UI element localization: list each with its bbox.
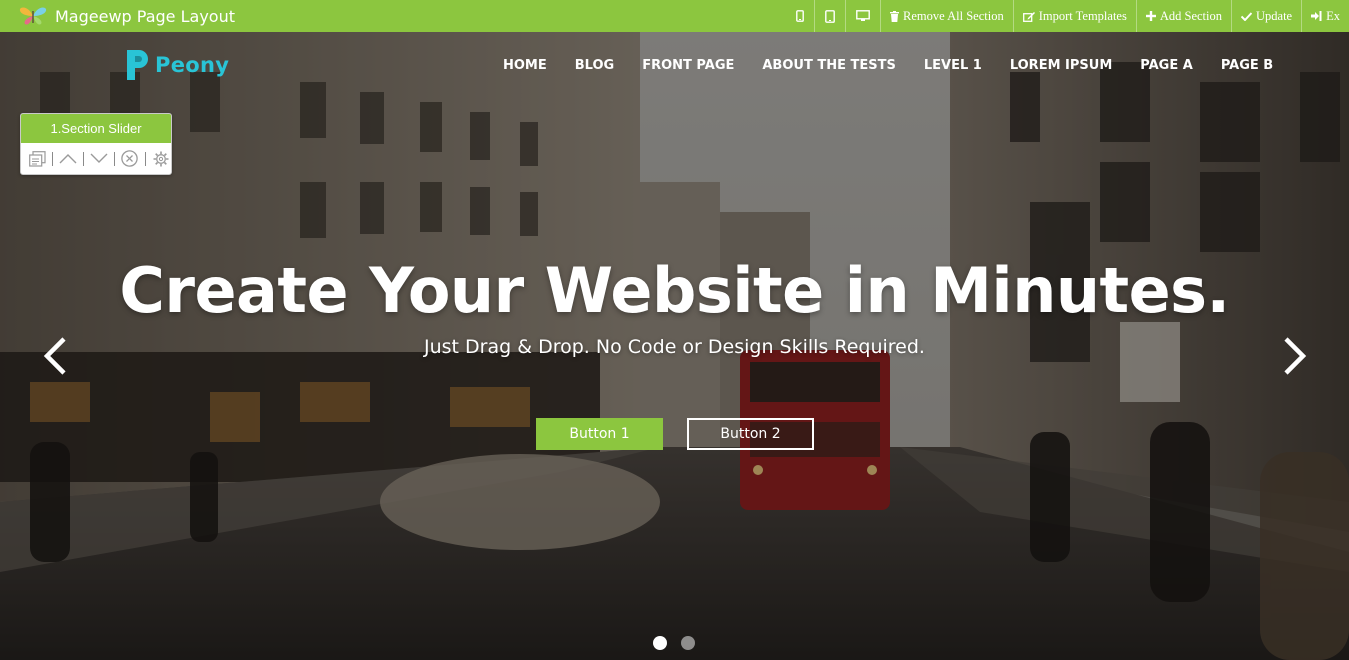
slide-subheadline: Just Drag & Drop. No Code or Design Skil… xyxy=(424,336,925,358)
tablet-view-button[interactable] xyxy=(814,0,845,32)
hero-slider: Peony HOME BLOG FRONT PAGE ABOUT THE TES… xyxy=(0,32,1349,660)
builder-title: Mageewp Page Layout xyxy=(55,6,235,26)
nav-item-level-1[interactable]: LEVEL 1 xyxy=(924,58,982,73)
move-section-down-button[interactable] xyxy=(89,148,109,170)
copy-icon xyxy=(28,150,46,167)
main-nav: HOME BLOG FRONT PAGE ABOUT THE TESTS LEV… xyxy=(503,58,1301,73)
slide-headline: Create Your Website in Minutes. xyxy=(119,254,1230,327)
slider-next-arrow[interactable] xyxy=(1280,334,1310,378)
builder-toolbar: Mageewp Page Layout Remove All Section I… xyxy=(0,0,1349,32)
check-icon xyxy=(1241,11,1252,21)
slide-button-2[interactable]: Button 2 xyxy=(687,418,814,450)
trash-icon xyxy=(890,10,900,22)
slide-button-1[interactable]: Button 1 xyxy=(536,418,663,450)
gear-icon xyxy=(153,151,169,166)
peony-logo-icon xyxy=(127,50,148,80)
edit-icon xyxy=(1022,11,1035,22)
site-logo-text: Peony xyxy=(155,53,230,77)
mobile-view-button[interactable] xyxy=(786,0,814,32)
slider-prev-arrow[interactable] xyxy=(40,334,70,378)
tool-divider xyxy=(52,151,53,166)
slide-dot-1[interactable] xyxy=(653,636,667,650)
remove-all-section-button[interactable]: Remove All Section xyxy=(880,0,1013,32)
nav-item-front-page[interactable]: FRONT PAGE xyxy=(642,58,734,73)
nav-item-page-b[interactable]: PAGE B xyxy=(1221,58,1273,73)
butterfly-logo-icon xyxy=(18,1,48,31)
nav-item-lorem-ipsum[interactable]: LOREM IPSUM xyxy=(1010,58,1112,73)
close-circle-icon xyxy=(121,150,139,167)
tool-divider xyxy=(114,151,115,166)
slider-pagination xyxy=(653,636,695,650)
chevron-down-icon xyxy=(90,153,108,163)
chevron-right-icon xyxy=(1284,337,1307,375)
mobile-icon xyxy=(796,10,804,22)
exit-button[interactable]: Ex xyxy=(1301,0,1349,32)
section-label[interactable]: 1.Section Slider xyxy=(21,114,171,143)
nav-item-blog[interactable]: BLOG xyxy=(575,58,614,73)
plus-icon xyxy=(1145,11,1156,21)
nav-item-about-the-tests[interactable]: ABOUT THE TESTS xyxy=(762,58,895,73)
add-section-button[interactable]: Add Section xyxy=(1135,0,1231,32)
move-section-up-button[interactable] xyxy=(58,148,78,170)
desktop-view-button[interactable] xyxy=(845,0,880,32)
update-button[interactable]: Update xyxy=(1231,0,1301,32)
tablet-icon xyxy=(825,9,835,23)
chevron-up-icon xyxy=(59,154,77,164)
slide-dot-2[interactable] xyxy=(681,636,695,650)
sign-out-icon xyxy=(1311,11,1322,21)
chevron-left-icon xyxy=(43,337,66,375)
section-tools xyxy=(21,143,171,174)
delete-section-button[interactable] xyxy=(120,148,140,170)
site-logo[interactable]: Peony xyxy=(125,48,229,82)
builder-actions: Remove All Section Import Templates Add … xyxy=(786,0,1349,32)
nav-item-page-a[interactable]: PAGE A xyxy=(1140,58,1193,73)
section-control-widget: 1.Section Slider xyxy=(20,113,172,175)
import-templates-button[interactable]: Import Templates xyxy=(1012,0,1136,32)
section-settings-button[interactable] xyxy=(151,148,171,170)
nav-item-home[interactable]: HOME xyxy=(503,58,547,73)
copy-section-button[interactable] xyxy=(27,148,47,170)
tool-divider xyxy=(83,151,84,166)
desktop-icon xyxy=(856,10,870,21)
tool-divider xyxy=(144,151,146,166)
